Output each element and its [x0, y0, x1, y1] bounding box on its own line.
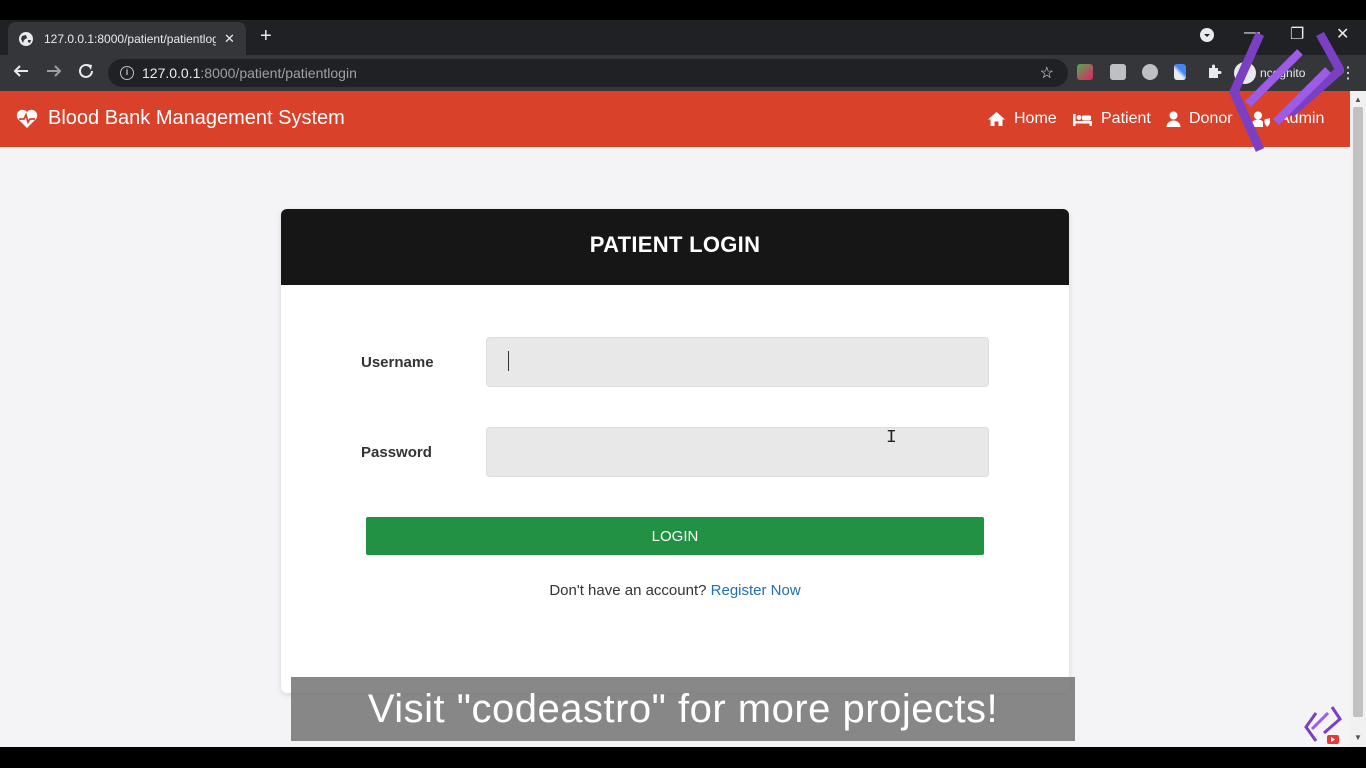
username-input[interactable] — [486, 337, 989, 387]
user-icon — [1166, 111, 1181, 127]
nav-patient-label: Patient — [1101, 110, 1151, 127]
register-now-link[interactable]: Register Now — [711, 582, 801, 599]
nav-home[interactable]: Home — [987, 110, 1057, 128]
login-card: PATIENT LOGIN Username Password LOGIN Do… — [281, 209, 1069, 693]
pen-extension-icon[interactable] — [1174, 64, 1186, 80]
camera-extension-icon[interactable] — [1110, 64, 1126, 80]
login-card-title: PATIENT LOGIN — [281, 209, 1069, 285]
new-tab-button[interactable]: + — [260, 25, 272, 48]
site-brand[interactable]: Blood Bank Management System — [16, 107, 345, 130]
password-label: Password — [361, 444, 432, 461]
browser-tab[interactable]: 127.0.0.1:8000/patient/patientlog ✕ — [8, 22, 246, 55]
web-page: Blood Bank Management System Home Patien… — [0, 91, 1350, 747]
promo-banner: Visit "codeastro" for more projects! — [291, 677, 1075, 741]
scroll-down-arrow-icon[interactable]: ▼ — [1354, 733, 1362, 742]
url-host: 127.0.0.1 — [142, 65, 201, 81]
bookmark-star-icon[interactable]: ☆ — [1040, 63, 1054, 83]
forward-arrow-icon[interactable] — [45, 62, 63, 84]
site-info-icon[interactable]: i — [120, 66, 134, 80]
page-scrollbar[interactable]: ▲ ▼ — [1350, 91, 1366, 747]
nav-home-label: Home — [1014, 110, 1057, 127]
codeastro-logo-icon — [1229, 31, 1344, 152]
address-bar[interactable]: i 127.0.0.1:8000/patient/patientlogin ☆ — [108, 59, 1068, 87]
text-caret — [508, 351, 509, 371]
heartbeat-icon — [16, 109, 38, 128]
username-label: Username — [361, 354, 434, 371]
brand-title: Blood Bank Management System — [48, 107, 345, 129]
screen: 127.0.0.1:8000/patient/patientlog ✕ + — … — [0, 0, 1366, 768]
back-arrow-icon[interactable] — [12, 62, 30, 84]
scroll-up-arrow-icon[interactable]: ▲ — [1354, 95, 1362, 104]
tab-close-icon[interactable]: ✕ — [224, 31, 235, 47]
login-button[interactable]: LOGIN — [366, 517, 984, 555]
globe-icon — [19, 31, 33, 46]
text-cursor-icon: I — [886, 428, 897, 448]
cloud-extension-icon[interactable] — [1142, 64, 1158, 80]
nav-patient[interactable]: Patient — [1072, 110, 1151, 128]
browser-tab-bar: 127.0.0.1:8000/patient/patientlog ✕ + — … — [0, 20, 1366, 55]
scrollbar-thumb[interactable] — [1353, 107, 1363, 717]
extension-color-icon[interactable] — [1077, 64, 1093, 80]
signup-prompt-text: Don't have an account? — [549, 582, 707, 599]
url-path: :8000/patient/patientlogin — [200, 65, 357, 81]
bed-icon — [1073, 114, 1092, 126]
tab-search-icon[interactable] — [1199, 27, 1215, 48]
signup-prompt: Don't have an account? Register Now — [281, 582, 1069, 599]
password-input[interactable] — [486, 427, 989, 477]
codeastro-small-logo-icon — [1304, 706, 1342, 744]
reload-icon[interactable] — [77, 62, 95, 84]
browser-toolbar: i 127.0.0.1:8000/patient/patientlogin ☆ — [0, 55, 1366, 91]
site-navbar: Blood Bank Management System Home Patien… — [0, 91, 1350, 147]
home-icon — [988, 112, 1005, 126]
tab-title: 127.0.0.1:8000/patient/patientlog — [44, 31, 216, 46]
